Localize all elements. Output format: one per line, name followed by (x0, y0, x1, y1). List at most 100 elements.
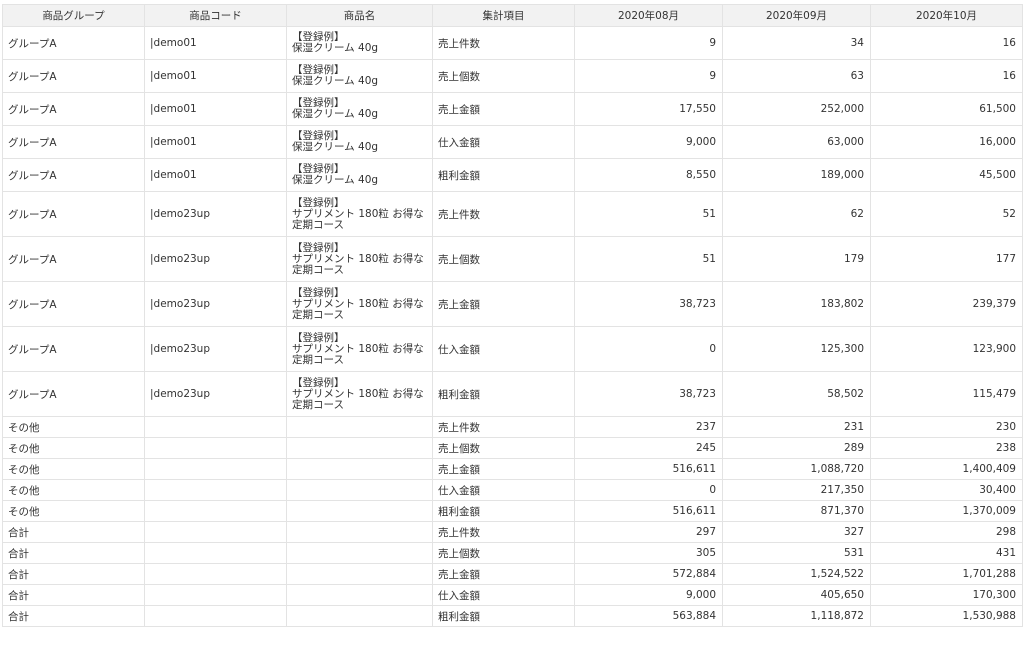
table-row: その他 売上個数 245 289 238 (2, 437, 1023, 459)
cell-product-group: グループA (2, 125, 145, 159)
cell-value-2020-08: 9 (574, 26, 723, 60)
product-name-line: 保湿クリーム 40g (292, 174, 379, 186)
cell-value-2020-08: 305 (574, 542, 723, 564)
cell-product-group: グループA (2, 281, 145, 327)
cell-value-2020-08: 51 (574, 236, 723, 282)
header-month-2020-09[interactable]: 2020年09月 (722, 4, 871, 27)
cell-aggregate-item: 粗利金額 (432, 605, 575, 627)
header-aggregate-item[interactable]: 集計項目 (432, 4, 575, 27)
cell-product-group: その他 (2, 458, 145, 480)
cell-value-2020-08: 9,000 (574, 584, 723, 606)
cell-product-group: グループA (2, 59, 145, 93)
header-month-2020-08[interactable]: 2020年08月 (574, 4, 723, 27)
cell-product-group: その他 (2, 479, 145, 501)
cell-value-2020-10: 239,379 (870, 281, 1023, 327)
cell-aggregate-item: 粗利金額 (432, 371, 575, 417)
table-row: その他 粗利金額 516,611 871,370 1,370,009 (2, 500, 1023, 522)
cell-product-name: 【登録例】 サプリメント 180粒 お得な 定期コース (286, 236, 433, 282)
cell-product-code: |demo23up (144, 236, 287, 282)
cell-value-2020-08: 572,884 (574, 563, 723, 585)
cell-value-2020-08: 8,550 (574, 158, 723, 192)
cell-value-2020-08: 9 (574, 59, 723, 93)
product-name-line: 【登録例】 (292, 241, 345, 254)
cell-product-code: |demo01 (144, 92, 287, 126)
table-row: 合計 粗利金額 563,884 1,118,872 1,530,988 (2, 605, 1023, 627)
cell-product-group: 合計 (2, 605, 145, 627)
cell-product-name: 【登録例】 サプリメント 180粒 お得な 定期コース (286, 371, 433, 417)
cell-product-code: |demo23up (144, 371, 287, 417)
cell-product-code (144, 521, 287, 543)
cell-value-2020-10: 115,479 (870, 371, 1023, 417)
cell-product-name: 【登録例】 保湿クリーム 40g (286, 59, 433, 93)
cell-aggregate-item: 仕入金額 (432, 584, 575, 606)
cell-value-2020-10: 45,500 (870, 158, 1023, 192)
cell-value-2020-09: 327 (722, 521, 871, 543)
cell-aggregate-item: 粗利金額 (432, 500, 575, 522)
header-product-name[interactable]: 商品名 (286, 4, 433, 27)
cell-value-2020-10: 1,400,409 (870, 458, 1023, 480)
cell-product-code (144, 479, 287, 501)
table-row: グループA |demo23up 【登録例】 サプリメント 180粒 お得な 定期コース売… (2, 191, 1023, 237)
header-product-group[interactable]: 商品グループ (2, 4, 145, 27)
cell-product-code (144, 563, 287, 585)
cell-aggregate-item: 仕入金額 (432, 326, 575, 372)
cell-product-name: 【登録例】 サプリメント 180粒 お得な 定期コース (286, 326, 433, 372)
cell-product-name: 【登録例】 保湿クリーム 40g (286, 125, 433, 159)
cell-value-2020-08: 38,723 (574, 371, 723, 417)
cell-product-name: 【登録例】 サプリメント 180粒 お得な 定期コース (286, 191, 433, 237)
cell-value-2020-08: 0 (574, 479, 723, 501)
table-body: グループA |demo01 【登録例】 保湿クリーム 40g 売上件数 9 34 16 グループ… (2, 26, 1023, 627)
cell-value-2020-10: 230 (870, 416, 1023, 438)
cell-product-code: |demo01 (144, 59, 287, 93)
cell-product-group: グループA (2, 371, 145, 417)
cell-value-2020-08: 297 (574, 521, 723, 543)
cell-product-name: 【登録例】 保湿クリーム 40g (286, 26, 433, 60)
header-month-2020-10[interactable]: 2020年10月 (870, 4, 1023, 27)
cell-product-group: グループA (2, 191, 145, 237)
cell-value-2020-09: 183,802 (722, 281, 871, 327)
cell-value-2020-10: 16 (870, 59, 1023, 93)
cell-product-code: |demo23up (144, 191, 287, 237)
table-row: グループA |demo23up 【登録例】 サプリメント 180粒 お得な 定期コース売… (2, 236, 1023, 282)
table-row: グループA |demo23up 【登録例】 サプリメント 180粒 お得な 定期コース売… (2, 281, 1023, 327)
cell-value-2020-09: 179 (722, 236, 871, 282)
table-row: その他 売上件数 237 231 230 (2, 416, 1023, 438)
table-row: グループA |demo23up 【登録例】 サプリメント 180粒 お得な 定期コース仕… (2, 326, 1023, 372)
cell-product-code (144, 416, 287, 438)
cell-aggregate-item: 売上件数 (432, 26, 575, 60)
product-name-line: サプリメント 180粒 お得な (292, 207, 424, 220)
cell-value-2020-09: 63,000 (722, 125, 871, 159)
cell-value-2020-08: 0 (574, 326, 723, 372)
cell-value-2020-08: 516,611 (574, 500, 723, 522)
product-name-line: 保湿クリーム 40g (292, 141, 379, 153)
cell-product-group: 合計 (2, 584, 145, 606)
cell-value-2020-09: 58,502 (722, 371, 871, 417)
cell-aggregate-item: 売上個数 (432, 437, 575, 459)
cell-product-code (144, 437, 287, 459)
cell-value-2020-09: 189,000 (722, 158, 871, 192)
cell-product-group: グループA (2, 326, 145, 372)
table-row: 合計 売上個数 305 531 431 (2, 542, 1023, 564)
cell-product-code (144, 584, 287, 606)
table-row: グループA |demo01 【登録例】 保湿クリーム 40g 仕入金額 9,000 63,0… (2, 125, 1023, 159)
cell-product-code: |demo23up (144, 281, 287, 327)
cell-aggregate-item: 売上個数 (432, 59, 575, 93)
cell-value-2020-10: 431 (870, 542, 1023, 564)
product-name-line: サプリメント 180粒 お得な (292, 252, 424, 265)
cell-value-2020-10: 61,500 (870, 92, 1023, 126)
table-row: その他 仕入金額 0 217,350 30,400 (2, 479, 1023, 501)
table-row: その他 売上金額 516,611 1,088,720 1,400,409 (2, 458, 1023, 480)
cell-value-2020-10: 170,300 (870, 584, 1023, 606)
cell-product-group: グループA (2, 92, 145, 126)
cell-value-2020-08: 245 (574, 437, 723, 459)
cell-aggregate-item: 仕入金額 (432, 125, 575, 159)
cell-product-name (286, 542, 433, 564)
table-row: グループA |demo01 【登録例】 保湿クリーム 40g 売上金額 17,550 252… (2, 92, 1023, 126)
table-row: グループA |demo01 【登録例】 保湿クリーム 40g 粗利金額 8,550 189,… (2, 158, 1023, 192)
cell-product-code (144, 605, 287, 627)
header-product-code[interactable]: 商品コード (144, 4, 287, 27)
cell-value-2020-10: 52 (870, 191, 1023, 237)
cell-value-2020-08: 38,723 (574, 281, 723, 327)
cell-product-name (286, 458, 433, 480)
cell-value-2020-09: 1,524,522 (722, 563, 871, 585)
